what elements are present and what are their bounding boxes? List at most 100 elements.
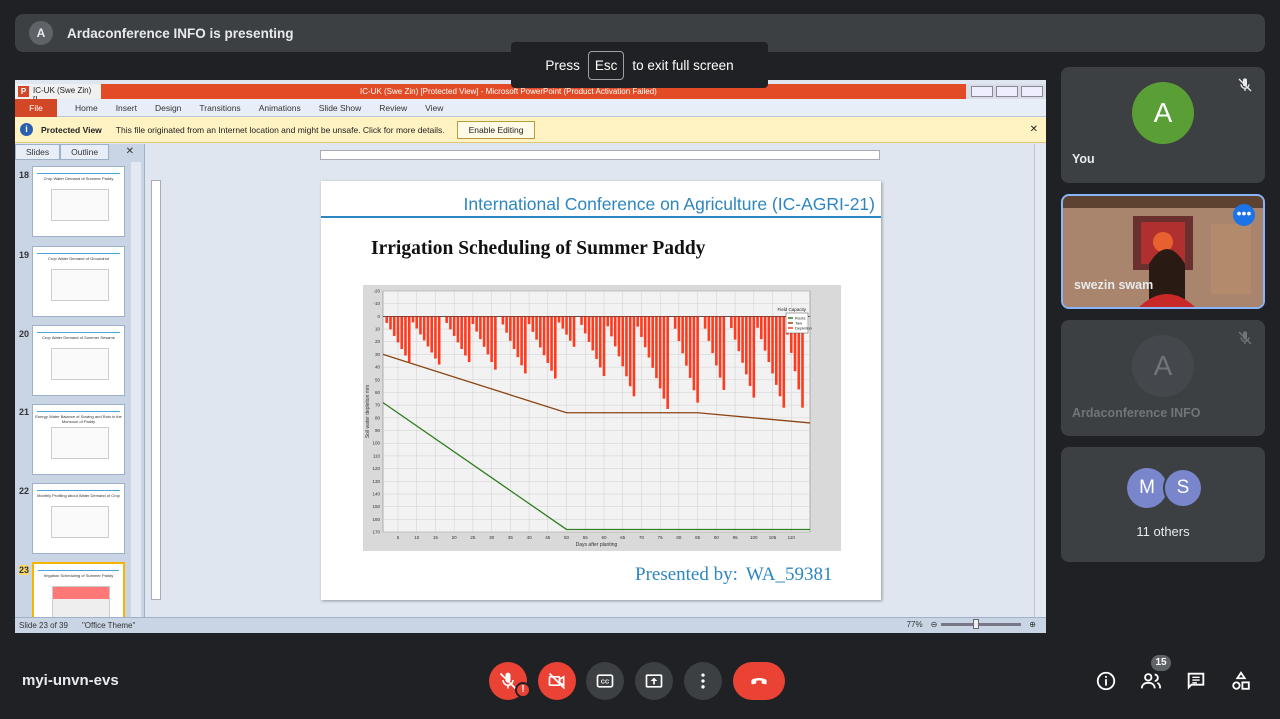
depletion-bar xyxy=(681,316,684,354)
tile-swezin-swam[interactable]: ••• swezin swam xyxy=(1061,194,1265,309)
y-tick-label: 110 xyxy=(373,453,381,458)
depletion-bar xyxy=(748,316,752,386)
close-icon xyxy=(1021,86,1043,97)
depletion-bar xyxy=(404,316,407,356)
avatar: A xyxy=(1132,82,1194,144)
thumb-number: 18 xyxy=(19,170,30,180)
close-icon: ✕ xyxy=(125,146,134,157)
depletion-bar xyxy=(598,316,602,368)
x-tick-label: 65 xyxy=(620,535,626,540)
people-count-badge: 15 xyxy=(1151,655,1171,671)
captions-button[interactable]: CC xyxy=(586,662,624,700)
depletion-bar xyxy=(621,316,625,367)
x-tick-label: 45 xyxy=(545,535,551,540)
depletion-bar xyxy=(696,316,699,403)
depletion-bar xyxy=(580,316,583,325)
current-slide: International Conference on Agriculture … xyxy=(321,181,881,600)
zoom-control: 77% ⊖ ⊕ xyxy=(903,619,1036,629)
depletion-bar xyxy=(460,316,463,349)
chat-button[interactable] xyxy=(1183,668,1209,694)
irrigation-chart: 5 10 15 20 25 30 35 40 45 50 55 60 65 70 75 80 85 90 95 100… xyxy=(363,285,841,551)
more-options-icon[interactable]: ••• xyxy=(1233,204,1255,226)
depletion-bar xyxy=(415,316,419,329)
more-options-button[interactable] xyxy=(684,662,722,700)
slide-thumbnail: Crop Water Demand of Summer Sesame xyxy=(32,325,125,396)
depletion-bar xyxy=(445,316,448,323)
activities-button[interactable] xyxy=(1228,668,1254,694)
conference-title: International Conference on Agriculture … xyxy=(463,194,875,214)
people-button[interactable]: 15 xyxy=(1138,655,1171,694)
theme-name: "Office Theme" xyxy=(81,621,136,630)
slides-panel: Slides Outline ✕ 18 Crop Water Demand of… xyxy=(15,144,145,617)
depletion-bar xyxy=(677,316,681,342)
ribbon-tab-transitions: Transitions xyxy=(199,102,241,113)
present-button[interactable] xyxy=(635,662,673,700)
tile-ardaconference[interactable]: A Ardaconference INFO xyxy=(1061,320,1265,436)
y-tick-label: 50 xyxy=(375,377,381,382)
depletion-bar xyxy=(557,316,561,323)
depletion-bar xyxy=(392,316,396,336)
depletion-bar xyxy=(741,316,744,363)
camera-toggle-button[interactable] xyxy=(538,662,576,700)
depletion-bar xyxy=(520,316,523,366)
ribbon-tab-view: View xyxy=(425,102,444,113)
depletion-bar xyxy=(509,316,512,341)
x-axis-label: Days after planting xyxy=(576,542,618,548)
depletion-bar xyxy=(490,316,493,363)
x-tick-label: 95 xyxy=(733,535,739,540)
x-tick-label: 50 xyxy=(564,535,570,540)
zoom-out-icon: ⊖ xyxy=(930,620,938,629)
x-tick-label: 40 xyxy=(527,535,533,540)
people-icon xyxy=(1140,673,1162,689)
depletion-bar xyxy=(389,316,392,330)
more-vertical-icon xyxy=(701,673,705,689)
protected-message: This file originated from an Internet lo… xyxy=(115,124,445,135)
enable-editing-button: Enable Editing xyxy=(456,120,536,139)
x-tick-label: 55 xyxy=(583,535,589,540)
depletion-bar xyxy=(722,316,726,390)
warning-icon: ! xyxy=(515,682,531,698)
tile-others[interactable]: M S 11 others xyxy=(1061,447,1265,562)
tile-you[interactable]: A You xyxy=(1061,67,1265,183)
ppt-window-left: PIC-UK (Swe Zin) [I xyxy=(15,84,101,104)
depletion-bar xyxy=(625,316,628,377)
avatar: A xyxy=(1132,335,1194,397)
depletion-bar xyxy=(505,316,508,333)
depletion-bar xyxy=(651,316,654,368)
panel-tabs: Slides Outline ✕ xyxy=(15,144,144,160)
zoom-in-icon: ⊕ xyxy=(1029,620,1036,629)
meeting-details-button[interactable] xyxy=(1093,668,1119,694)
y-tick-label: 120 xyxy=(372,466,380,471)
depletion-bar xyxy=(583,316,587,334)
present-screen-icon xyxy=(645,674,663,688)
closed-captions-icon: CC xyxy=(596,674,614,688)
x-tick-label: 60 xyxy=(601,535,607,540)
ribbon-tab-insert: Insert xyxy=(115,102,137,113)
depletion-bar xyxy=(516,316,520,358)
depletion-bar xyxy=(494,316,497,370)
depletion-bar xyxy=(718,316,722,378)
restore-icon xyxy=(996,86,1018,97)
x-tick-label: 10 xyxy=(414,535,420,540)
depletion-bar xyxy=(778,316,782,397)
x-tick-label: 110 xyxy=(788,535,796,540)
depletion-bar xyxy=(482,316,486,347)
y-tick-label: 10 xyxy=(375,327,381,332)
activities-icon xyxy=(1232,671,1250,690)
y-tick-label: 70 xyxy=(375,403,381,408)
slide-heading: Irrigation Scheduling of Summer Paddy xyxy=(371,238,706,259)
presented-by: Presented by: WA_59381 xyxy=(635,564,832,586)
depletion-bar xyxy=(673,316,677,329)
depletion-bar xyxy=(565,316,568,335)
mic-toggle-button[interactable]: ! xyxy=(489,662,531,700)
y-tick-label: 140 xyxy=(372,491,380,496)
ribbon-tab-design: Design xyxy=(154,102,182,113)
y-tick-label: 0 xyxy=(377,314,380,319)
leave-call-button[interactable] xyxy=(733,662,785,700)
chat-icon xyxy=(1187,672,1205,690)
depletion-bar xyxy=(647,316,651,358)
thumb-number: 22 xyxy=(19,486,30,496)
x-tick-label: 35 xyxy=(508,535,514,540)
presenting-text: Ardaconference INFO is presenting xyxy=(67,25,294,41)
depletion-bar xyxy=(430,316,433,353)
